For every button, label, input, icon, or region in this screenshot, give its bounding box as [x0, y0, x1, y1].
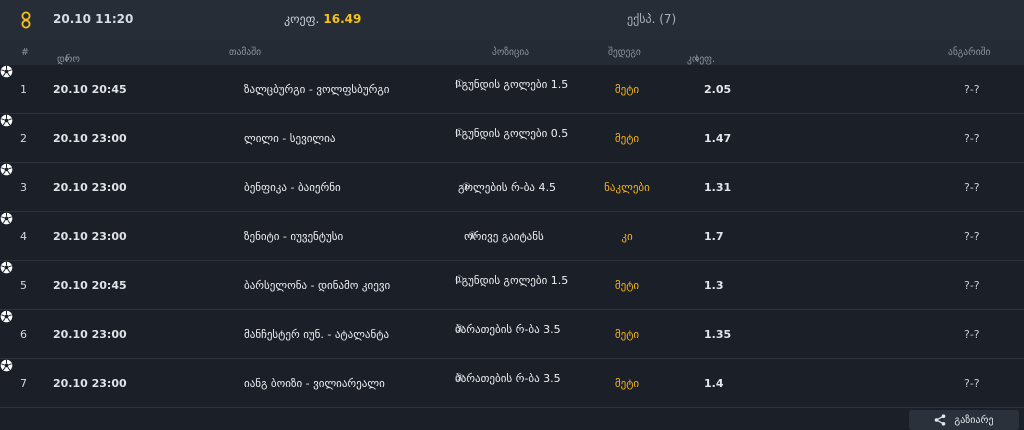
table-row: 3 20.10 23:00 ბენფიკა - ბაიერნი გოლების … — [0, 163, 1024, 212]
bet-summary-bar: 20.10 11:20 კოეფ. 16.49 ექსპ. (7) — [0, 0, 1024, 40]
row-number: 7 — [20, 377, 27, 390]
share-button[interactable]: გაზიარე — [909, 410, 1019, 430]
bet-outcome: მეტი — [614, 279, 640, 292]
bet-odds: 2.05 — [704, 83, 732, 96]
row-number: 4 — [20, 230, 27, 243]
bet-odds: 1.47 — [704, 132, 732, 145]
position-label: გოლების რ-ბა 4.5 — [458, 181, 556, 194]
bet-odds: 1.3 — [704, 279, 724, 292]
football-icon — [0, 114, 13, 127]
bet-date: 20.10 11:20 — [53, 12, 134, 26]
table-row: 1 20.10 20:45 ზალცბურგი - ვოლფსბურგი I გ… — [0, 65, 1024, 114]
total-odds: კოეფ. 16.49 — [284, 12, 361, 26]
match-date: 20.10 23:00 — [53, 132, 127, 145]
football-icon — [0, 261, 13, 274]
table-header: # დრო ↓ თამაში პოზიცია შედეგი კოეფ. ↓ ანგა… — [0, 40, 1024, 65]
position-label: I გუნდის გოლები 1.5 — [455, 274, 569, 287]
bet-outcome: კი — [621, 230, 633, 243]
match-score: ?-? — [964, 181, 980, 194]
football-icon — [0, 65, 13, 78]
bet-outcome: მეტი — [614, 328, 640, 341]
logo-icon — [21, 11, 31, 29]
bets-table: 1 20.10 20:45 ზალცბურგი - ვოლფსბურგი I გ… — [0, 65, 1024, 408]
match-name[interactable]: იანგ ბოიზი - ვილიარეალი — [244, 377, 385, 390]
period-badge: ① — [468, 231, 477, 242]
row-number: 3 — [20, 181, 27, 194]
header-result: ანგარიში — [948, 47, 991, 58]
bet-odds: 1.35 — [704, 328, 732, 341]
position-label: ბარათების რ-ბა 3.5 — [455, 323, 561, 336]
share-label: გაზიარე — [954, 414, 994, 426]
bet-outcome: ნაკლები — [604, 181, 650, 194]
period-badge: ① — [455, 128, 464, 139]
sort-arrow-icon: ↓ — [63, 54, 71, 64]
share-icon — [935, 414, 946, 426]
row-number: 2 — [20, 132, 27, 145]
match-score: ?-? — [964, 279, 980, 292]
header-odds-label: კოეფ. — [687, 54, 715, 65]
match-score: ?-? — [964, 132, 980, 145]
bet-outcome: მეტი — [614, 132, 640, 145]
position-label: I გუნდის გოლები 1.5 — [455, 78, 569, 91]
period-badge: ③ — [455, 373, 464, 384]
bet-odds: 1.31 — [704, 181, 732, 194]
match-date: 20.10 23:00 — [53, 230, 127, 243]
match-name[interactable]: ბარსელონა - დინამო კიევი — [244, 279, 390, 292]
table-row: 4 20.10 23:00 ზენიტი - იუვენტუსი ორივე გ… — [0, 212, 1024, 261]
football-icon — [0, 310, 13, 323]
period-badge: ③ — [455, 324, 464, 335]
match-date: 20.10 23:00 — [53, 377, 127, 390]
express-label: ექსპ. (7) — [627, 12, 677, 26]
table-row: 2 20.10 23:00 ლილი - სევილია I გუნდის გო… — [0, 114, 1024, 163]
table-row: 7 20.10 23:00 იანგ ბოიზი - ვილიარეალი ბა… — [0, 359, 1024, 408]
row-number: 6 — [20, 328, 27, 341]
position-label: I გუნდის გოლები 0.5 — [455, 127, 569, 140]
bet-odds: 1.4 — [704, 377, 724, 390]
match-date: 20.10 20:45 — [53, 279, 127, 292]
bet-outcome: მეტი — [614, 83, 640, 96]
header-outcome: შედეგი — [608, 47, 641, 58]
table-row: 6 20.10 23:00 მანჩესტერ იუნ. - ატალანტა … — [0, 310, 1024, 359]
match-score: ?-? — [964, 83, 980, 96]
period-badge: ① — [455, 275, 464, 286]
match-name[interactable]: ზალცბურგი - ვოლფსბურგი — [244, 83, 389, 96]
match-name[interactable]: ლილი - სევილია — [244, 132, 335, 145]
match-date: 20.10 20:45 — [53, 83, 127, 96]
total-odds-label: კოეფ. — [284, 12, 320, 26]
match-score: ?-? — [964, 377, 980, 390]
row-number: 5 — [20, 279, 27, 292]
header-game: თამაში — [229, 47, 262, 58]
match-name[interactable]: ბენფიკა - ბაიერნი — [244, 181, 341, 194]
bet-odds: 1.7 — [704, 230, 724, 243]
football-icon — [0, 163, 13, 176]
bet-outcome: მეტი — [614, 377, 640, 390]
header-position: პოზიცია — [492, 47, 530, 58]
table-row: 5 20.10 20:45 ბარსელონა - დინამო კიევი I… — [0, 261, 1024, 310]
football-icon — [0, 359, 13, 372]
period-badge: ① — [455, 79, 464, 90]
match-date: 20.10 23:00 — [53, 181, 127, 194]
row-number: 1 — [20, 83, 27, 96]
total-odds-value: 16.49 — [323, 12, 362, 26]
sort-arrow-icon: ↓ — [693, 54, 701, 64]
position-label: ბარათების რ-ბა 3.5 — [455, 372, 561, 385]
match-score: ?-? — [964, 230, 980, 243]
match-name[interactable]: ზენიტი - იუვენტუსი — [244, 230, 343, 243]
period-badge: ① — [462, 182, 471, 193]
football-icon — [0, 212, 13, 225]
match-score: ?-? — [964, 328, 980, 341]
match-date: 20.10 23:00 — [53, 328, 127, 341]
header-num: # — [21, 47, 29, 58]
match-name[interactable]: მანჩესტერ იუნ. - ატალანტა — [244, 328, 389, 341]
